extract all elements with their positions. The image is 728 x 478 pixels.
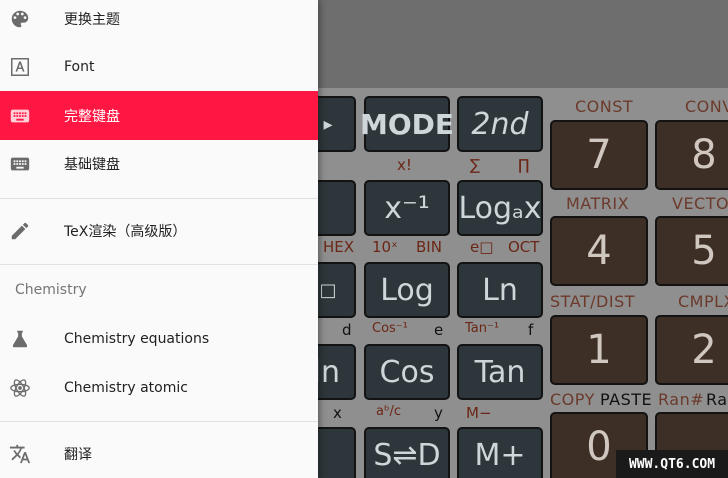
stat-dist-label: STAT/DIST [550, 292, 636, 311]
drawer-item-chemistry-equations[interactable]: Chemistry equations [0, 314, 318, 364]
cos-button[interactable]: Cos [364, 344, 450, 400]
drawer-item-label: Chemistry equations [64, 331, 210, 347]
ln-button[interactable]: Ln [457, 262, 543, 318]
inverse-button[interactable]: x⁻¹ [364, 180, 450, 236]
keyboard-icon [8, 104, 32, 128]
matrix-label: MATRIX [566, 194, 630, 213]
drawer-item-label: Chemistry atomic [64, 380, 188, 396]
e-label: e [434, 321, 444, 339]
pencil-icon [8, 219, 32, 243]
cos-inverse-label: Cos⁻¹ [372, 321, 408, 336]
oct-label: OCT [508, 238, 540, 256]
translate-icon [8, 442, 32, 466]
product-label: ∏ [518, 156, 530, 174]
random-int-label: Ran [706, 390, 728, 409]
partial-arrow-icon: ▸ [323, 113, 333, 135]
complex-label: CMPLX [678, 292, 728, 311]
drawer-item-chemistry-atomic[interactable]: Chemistry atomic [0, 364, 318, 412]
drawer-item-label: Font [64, 59, 95, 75]
drawer-item-label: 完整键盘 [64, 108, 120, 125]
palette-icon [8, 7, 32, 31]
second-function-button[interactable]: 2nd [457, 96, 543, 152]
drawer-item-font[interactable]: Font [0, 43, 318, 91]
random-label: Ran# [658, 390, 705, 409]
exp-label: e□ [470, 238, 494, 256]
key-4[interactable]: 4 [550, 216, 648, 286]
drawer-item-label: 翻译 [64, 447, 92, 463]
drawer-item-translate[interactable]: 翻译 [0, 430, 318, 478]
atom-icon [8, 376, 32, 400]
ten-power-label: 10ˣ [372, 238, 398, 256]
y-label: y [434, 404, 443, 422]
drawer-item-basic-keyboard[interactable]: 基础键盘 [0, 140, 318, 188]
key-7[interactable]: 7 [550, 120, 648, 190]
key-1[interactable]: 1 [550, 315, 648, 385]
mode-button[interactable]: MODE [360, 96, 454, 152]
fraction-label: aᵇ/c [376, 404, 402, 419]
tan-inverse-label: Tan⁻¹ [465, 321, 500, 336]
copy-label: COPY [550, 390, 595, 409]
key-8[interactable]: 8 [655, 120, 728, 190]
x-label: x [333, 404, 342, 422]
log-button[interactable]: Log [364, 262, 450, 318]
flask-icon [8, 327, 32, 351]
tan-button[interactable]: Tan [457, 344, 543, 400]
font-icon [8, 55, 32, 79]
key-2[interactable]: 2 [655, 315, 728, 385]
drawer-divider [0, 264, 318, 265]
f-label: f [528, 321, 534, 339]
drawer-item-label: TeX渲染（高级版） [64, 224, 187, 240]
hex-label: HEX [323, 238, 355, 256]
drawer-divider [0, 421, 318, 422]
drawer-item-theme[interactable]: 更换主题 [0, 0, 318, 38]
drawer-item-label: 更换主题 [64, 12, 120, 28]
drawer-item-tex-render[interactable]: TeX渲染（高级版） [0, 206, 318, 256]
conv-label: CONV [685, 97, 728, 116]
drawer-item-full-keyboard[interactable]: 完整键盘 [0, 91, 318, 140]
s-to-d-button[interactable]: S⇌D [364, 427, 450, 478]
const-label: CONST [575, 97, 634, 116]
key-5[interactable]: 5 [655, 216, 728, 286]
memory-minus-label: M− [466, 404, 492, 422]
keyboard-icon [8, 152, 32, 176]
paste-label: PASTE [600, 390, 653, 409]
navigation-drawer: 更换主题 Font 完整键盘 基础键盘 TeX渲染（高级版） Chemistry… [0, 0, 318, 478]
drawer-item-label: 基础键盘 [64, 157, 120, 173]
factorial-label: x! [397, 156, 412, 174]
log-base-button[interactable]: Logₐx [457, 180, 543, 236]
sum-label: ∑ [470, 156, 481, 174]
section-header-chemistry: Chemistry [15, 282, 87, 298]
partial-box-icon: □ [319, 279, 337, 301]
drawer-divider [0, 198, 318, 199]
memory-plus-button[interactable]: M+ [457, 427, 543, 478]
bin-label: BIN [416, 238, 442, 256]
watermark: WWW.QT6.COM [616, 450, 728, 478]
vector-label: VECTO [672, 194, 728, 213]
d-label: d [342, 321, 352, 339]
